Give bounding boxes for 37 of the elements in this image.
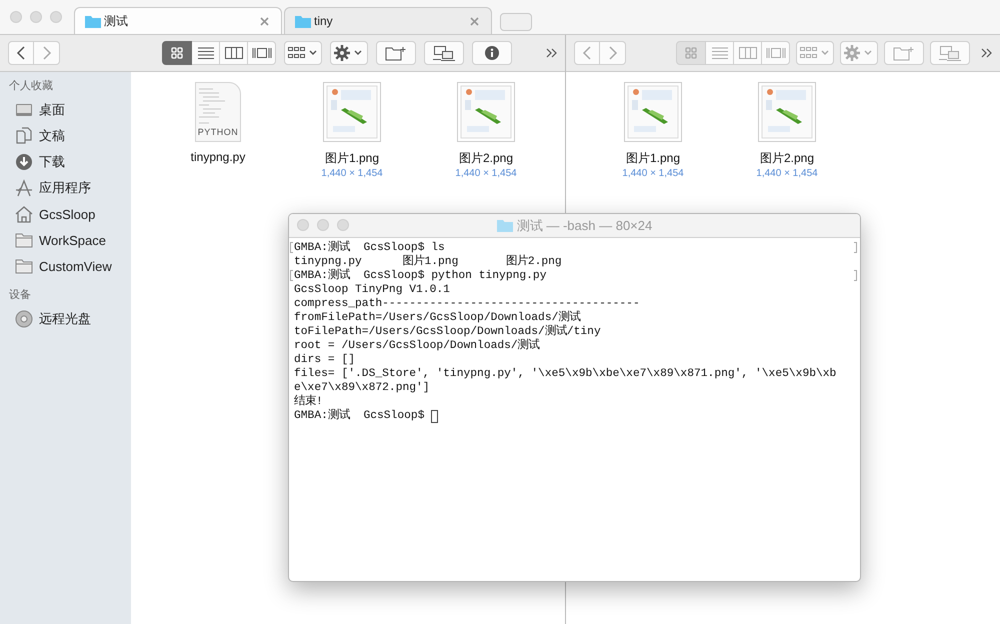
terminal-line: 结束! xyxy=(294,395,323,409)
terminal-line: files= ['.DS_Store', 'tinypng.py', '\xe5\x9b\xbe\xe7\x89\x871.png', '\xe5\x9b\xb xyxy=(294,367,836,381)
terminal-line: e\xe7\x89\x872.png'] xyxy=(294,381,430,394)
terminal-line: GMBA:测试 GcsSloop$ xyxy=(294,409,426,423)
terminal-line: GMBA:测试 GcsSloop$ python tinypng.py xyxy=(294,269,546,283)
window-title: 测试 — -bash — 80×24 xyxy=(516,216,652,234)
file-name[interactable]: 图片2.png xyxy=(760,150,814,167)
sidebar-section-title: 设备 xyxy=(9,288,32,302)
image-dimensions: 1,440 × 1,454 xyxy=(321,168,383,179)
terminal-line: GMBA:测试 GcsSloop$ ls xyxy=(294,241,445,254)
terminal-line: dirs = [] xyxy=(294,353,356,367)
sidebar-item[interactable]: GcsSloop xyxy=(9,201,131,227)
sidebar-item[interactable]: 应用程序 xyxy=(9,175,131,201)
image-dimensions: 1,440 × 1,454 xyxy=(622,168,684,179)
tab[interactable]: tiny xyxy=(284,7,492,34)
file-name[interactable]: 图片2.png xyxy=(458,150,514,167)
terminal-line: compress_path-------------------------------------- xyxy=(294,297,640,310)
sidebar-item[interactable]: 桌面 xyxy=(9,97,131,123)
tab[interactable]: 测试 xyxy=(74,7,282,34)
sidebar-item[interactable]: 下载 xyxy=(9,149,131,175)
terminal-line: GcsSloop TinyPng V1.0.1 xyxy=(294,283,450,297)
terminal-line: toFilePath=/Users/GcsSloop/Downloads/测试/tiny xyxy=(294,325,601,338)
file-type-label: PYTHON xyxy=(198,127,238,137)
file-name[interactable]: 图片1.png xyxy=(626,150,680,167)
file-name[interactable]: 图片1.png xyxy=(324,150,380,167)
file-name[interactable]: tinypng.py xyxy=(190,150,246,164)
terminal-line: fromFilePath=/Users/GcsSloop/Downloads/测试 xyxy=(294,311,580,324)
sidebar-section-title: 个人收藏 xyxy=(9,78,54,93)
image-dimensions: 1,440 × 1,454 xyxy=(756,168,818,179)
terminal-line: tinypng.py 图片1.png 图片2.png xyxy=(294,255,562,268)
sidebar-item[interactable]: WorkSpace xyxy=(9,227,131,253)
terminal-line: root = /Users/GcsSloop/Downloads/测试 xyxy=(294,339,540,353)
python-file-icon[interactable]: PYTHON xyxy=(195,82,241,142)
sidebar-item[interactable]: CustomView xyxy=(9,253,131,279)
sidebar-item[interactable]: 远程光盘 xyxy=(9,306,131,332)
sidebar-item[interactable]: 文稿 xyxy=(9,123,131,149)
image-dimensions: 1,440 × 1,454 xyxy=(455,168,517,179)
